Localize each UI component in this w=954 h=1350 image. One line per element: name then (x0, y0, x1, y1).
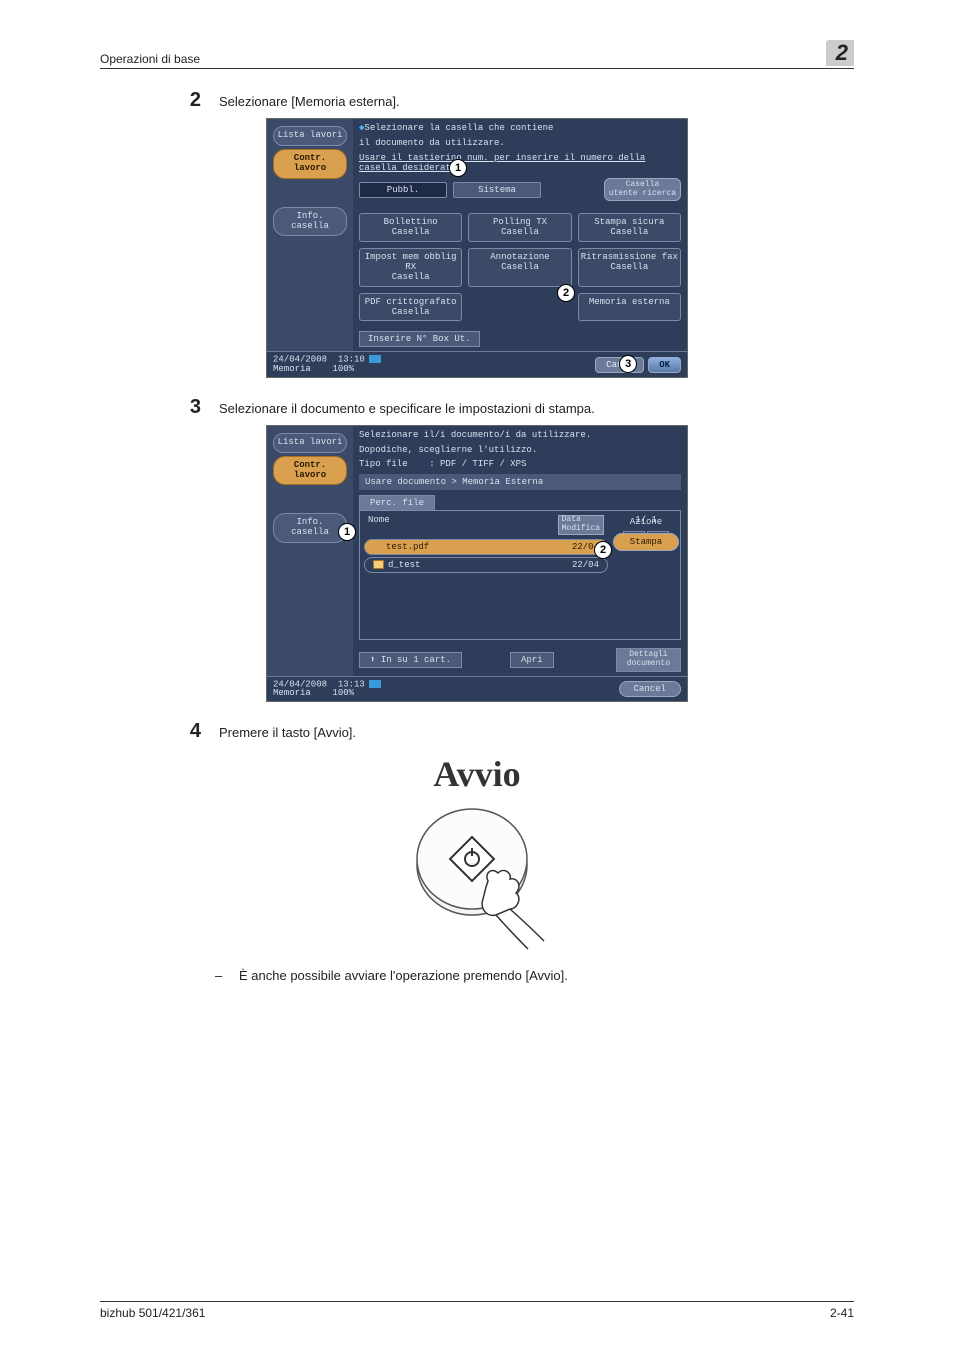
file-date: 22/04 (572, 560, 599, 570)
perc-file-tab[interactable]: Perc. file (359, 495, 435, 510)
callout-1: 1 (449, 159, 467, 177)
footer-mem-pct: 100% (332, 364, 354, 374)
section-header: Operazioni di base (100, 52, 200, 66)
cancel-button[interactable]: Cancel (619, 681, 681, 697)
folder-icon (373, 560, 384, 569)
file-row[interactable]: d_test 22/04 (364, 557, 608, 573)
in-su-cart-button[interactable]: ⬆ In su 1 cart. (359, 652, 462, 668)
instr2-line2: Dopodiche, sceglierne l'utilizzo. (359, 445, 681, 456)
screenshot-panel-1: Lista lavori Contr. lavoro Info. casella… (266, 118, 688, 378)
up-arrow-icon: ⬆ (370, 655, 375, 665)
tab-pubbl[interactable]: Pubbl. (359, 182, 447, 198)
box-pdf-crittografato[interactable]: PDF crittografato Casella (359, 293, 462, 322)
step-text: Selezionare [Memoria esterna]. (219, 94, 400, 109)
footer-mem-label: Memoria (273, 364, 311, 374)
callout-3: 3 (619, 355, 637, 373)
file-name: d_test (388, 560, 420, 570)
memory-icon (369, 355, 381, 363)
box-bollettino[interactable]: Bollettino Casella (359, 213, 462, 242)
avvio-illustration: Avvio (387, 753, 567, 954)
instr-line2: il documento da utilizzare. (359, 138, 681, 149)
info-casella-button[interactable]: Info. casella (273, 513, 347, 543)
col-data-modifica[interactable]: Data Modifica (558, 515, 604, 535)
box-memoria-esterna[interactable]: Memoria esterna (578, 293, 681, 322)
apri-button[interactable]: Apri (510, 652, 554, 668)
dettagli-documento-button[interactable]: Dettagli documento (616, 648, 681, 672)
box-ritrasmissione-fax[interactable]: Ritrasmissione fax Casella (578, 248, 681, 287)
lista-lavori-button[interactable]: Lista lavori (273, 126, 347, 146)
file-row[interactable]: test.pdf 22/04 (364, 539, 608, 555)
avvio-button-icon (402, 801, 552, 951)
step-number: 3 (185, 396, 201, 419)
step-3: 3 Selezionare il documento e specificare… (185, 396, 854, 419)
file-name: test.pdf (386, 542, 429, 552)
inserire-box-ut-button[interactable]: Inserire N° Box Ut. (359, 331, 480, 347)
step-number: 4 (185, 720, 201, 743)
memory-icon (369, 680, 381, 688)
instr-line1: Selezionare la casella che contiene (364, 123, 553, 133)
breadcrumb: Usare documento > Memoria Esterna (359, 474, 681, 490)
casella-ricerca-button[interactable]: Casella utente ricerca (604, 178, 681, 201)
instr-line3: Usare il tastierino num. per inserire il… (359, 153, 681, 175)
step-text: Premere il tasto [Avvio]. (219, 725, 356, 740)
box-stampa-sicura[interactable]: Stampa sicura Casella (578, 213, 681, 242)
azione-header: Azione (630, 517, 662, 527)
tipo-file-label: Tipo file (359, 459, 408, 469)
chapter-number: 2 (826, 40, 854, 66)
footer-mem-label: Memoria (273, 688, 311, 698)
step-4: 4 Premere il tasto [Avvio]. (185, 720, 854, 743)
avvio-label: Avvio (387, 753, 567, 795)
footer-mem-pct: 100% (332, 688, 354, 698)
footer-page: 2-41 (830, 1306, 854, 1320)
step-4-sub: – È anche possibile avviare l'operazione… (215, 968, 854, 983)
step-text: Selezionare il documento e specificare l… (219, 401, 595, 416)
step-number: 2 (185, 89, 201, 112)
footer-model: bizhub 501/421/361 (100, 1306, 205, 1320)
screenshot-panel-2: Lista lavori Contr. lavoro Info. casella… (266, 425, 688, 702)
info-casella-button[interactable]: Info. casella (273, 207, 347, 237)
box-polling-tx[interactable]: Polling TX Casella (468, 213, 571, 242)
tab-sistema[interactable]: Sistema (453, 182, 541, 198)
box-annotazione[interactable]: Annotazione Casella (468, 248, 571, 287)
stampa-action-button[interactable]: Stampa (613, 533, 679, 551)
tipo-file-value: : PDF / TIFF / XPS (429, 459, 526, 469)
callout-1: 1 (338, 523, 356, 541)
instr2-line1: Selezionare il/i documento/i da utilizza… (359, 430, 681, 441)
contr-lavoro-button[interactable]: Contr. lavoro (273, 149, 347, 179)
ok-button[interactable]: OK (648, 357, 681, 373)
doc-icon (373, 543, 382, 550)
callout-2: 2 (557, 284, 575, 302)
col-nome: Nome (368, 515, 390, 535)
bullet: – (215, 968, 225, 983)
sub-text: È anche possibile avviare l'operazione p… (239, 968, 568, 983)
step-2: 2 Selezionare [Memoria esterna]. (185, 89, 854, 112)
box-mem-obblig-rx[interactable]: Impost mem obblig RX Casella (359, 248, 462, 287)
contr-lavoro-button[interactable]: Contr. lavoro (273, 456, 347, 486)
callout-2: 2 (594, 541, 612, 559)
lista-lavori-button[interactable]: Lista lavori (273, 433, 347, 453)
